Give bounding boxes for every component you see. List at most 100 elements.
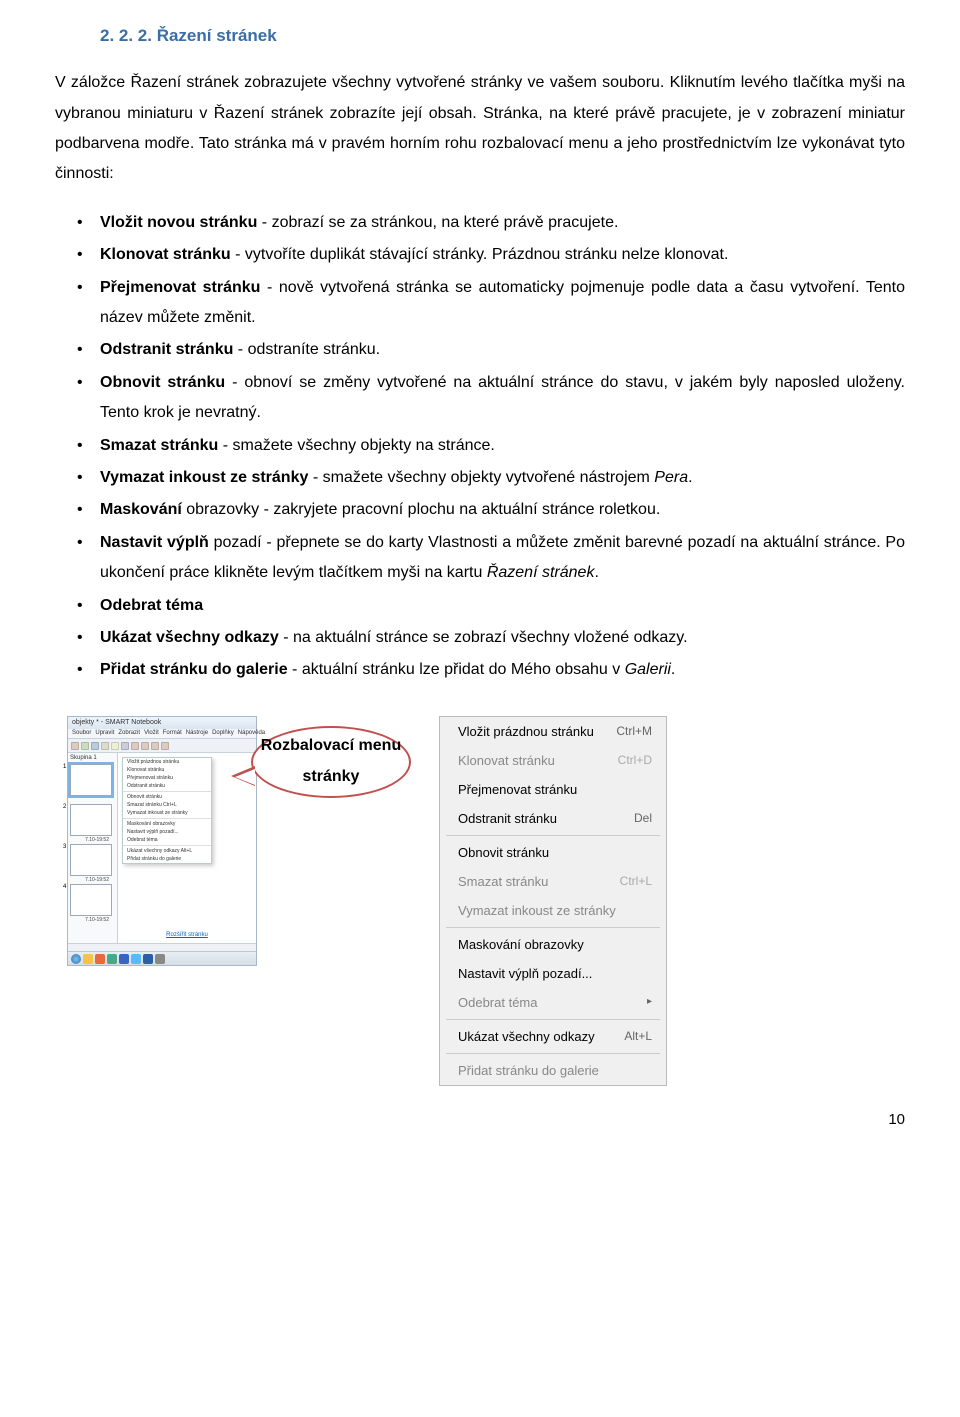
- menu-separator: [446, 1019, 660, 1020]
- menu-item-label: Vložit prázdnou stránku: [458, 725, 594, 738]
- list-item: Odstranit stránku - odstraníte stránku.: [55, 335, 905, 365]
- menu-item-label: Vymazat inkoust ze stránky: [458, 904, 616, 917]
- list-item-italic: Řazení stránek: [487, 564, 595, 581]
- mini-thumb: 37.10-19:52: [70, 844, 112, 876]
- mini-menu-item: Formát: [163, 730, 182, 737]
- list-item: Přejmenovat stránku - nově vytvořená str…: [55, 273, 905, 334]
- mini-ctx-item: Klonovat stránku: [123, 766, 211, 774]
- figure-row: objekty * - SMART Notebook Soubor Upravit…: [55, 716, 905, 1086]
- mini-ctx-item: Odstranit stránku: [123, 782, 211, 790]
- page-number: 10: [55, 1106, 905, 1135]
- callout-text: Rozbalovací menu stránky: [253, 731, 409, 792]
- mini-thumb: 27.10-19:52: [70, 804, 112, 836]
- list-item: Vymazat inkoust ze stránky - smažete vše…: [55, 463, 905, 493]
- mini-taskbar: [68, 951, 256, 965]
- mini-menubar: SouborUpravitZobrazitVložitFormátNástroj…: [68, 729, 256, 739]
- list-item: Obnovit stránku - obnoví se změny vytvoř…: [55, 368, 905, 429]
- feature-list: Vložit novou stránku - zobrazí se za str…: [55, 208, 905, 686]
- menu-separator: [446, 927, 660, 928]
- menu-item-label: Nastavit výplň pozadí...: [458, 967, 592, 980]
- menu-item[interactable]: Odstranit stránku Del: [440, 804, 666, 833]
- menu-item[interactable]: Ukázat všechny odkazy Alt+L: [440, 1022, 666, 1051]
- mini-context-menu: Vložit prázdnou stránkuKlonovat stránkuP…: [122, 757, 212, 864]
- mini-ctx-item: Vymazat inkoust ze stránky: [123, 809, 211, 817]
- mini-toolbar: [68, 739, 256, 753]
- mini-ctx-item: Vložit prázdnou stránku: [123, 758, 211, 766]
- menu-item-shortcut: Ctrl+L: [620, 875, 652, 887]
- list-item: Nastavit výplň pozadí - přepnete se do k…: [55, 528, 905, 589]
- mini-menu-item: Soubor: [72, 730, 91, 737]
- section-heading: 2. 2. 2. Řazení stránek: [100, 20, 905, 52]
- list-item-bold: Nastavit výplň: [100, 534, 209, 551]
- menu-item-shortcut: Ctrl+M: [616, 725, 652, 737]
- menu-item[interactable]: Maskování obrazovky: [440, 930, 666, 959]
- list-item: Smazat stránku - smažete všechny objekty…: [55, 431, 905, 461]
- mini-thumb: 47.10-19:52: [70, 884, 112, 916]
- menu-item[interactable]: Nastavit výplň pozadí...: [440, 959, 666, 988]
- list-item-bold: Klonovat stránku: [100, 246, 231, 263]
- mini-ctx-item: Obnovit stránku: [123, 793, 211, 801]
- menu-item-label: Přejmenovat stránku: [458, 783, 577, 796]
- list-item-bold: Odstranit stránku: [100, 341, 233, 358]
- list-item: Klonovat stránku - vytvoříte duplikát st…: [55, 240, 905, 270]
- mini-ctx-item: Nastavit výplň pozadí...: [123, 828, 211, 836]
- menu-item: Klonovat stránku Ctrl+D: [440, 746, 666, 775]
- menu-separator: [446, 835, 660, 836]
- mini-menu-item: Upravit: [95, 730, 114, 737]
- mini-window-title: objekty * - SMART Notebook: [68, 717, 256, 729]
- list-item-bold: Ukázat všechny odkazy: [100, 629, 279, 646]
- list-item-bold: Obnovit stránku: [100, 374, 225, 391]
- mini-ctx-item: Odebrat téma: [123, 836, 211, 844]
- mini-ctx-item: Přidat stránku do galerie: [123, 855, 211, 863]
- menu-item-label: Obnovit stránku: [458, 846, 549, 859]
- menu-item-shortcut: Ctrl+D: [618, 754, 652, 766]
- menu-item[interactable]: Vložit prázdnou stránku Ctrl+M: [440, 717, 666, 746]
- mini-thumb: 1: [70, 764, 112, 796]
- mini-menu-item: Vložit: [144, 730, 159, 737]
- list-item: Odebrat téma: [55, 591, 905, 621]
- list-item-italic: Galerii: [625, 661, 671, 678]
- list-item-italic: Pera: [654, 469, 688, 486]
- callout-bubble: Rozbalovací menu stránky: [251, 726, 411, 798]
- intro-paragraph: V záložce Řazení stránek zobrazujete vše…: [55, 68, 905, 190]
- mini-ctx-item: Maskování obrazovky: [123, 820, 211, 828]
- mini-menu-item: Doplňky: [212, 730, 234, 737]
- list-item-bold: Smazat stránku: [100, 437, 218, 454]
- list-item-bold: Odebrat téma: [100, 597, 203, 614]
- start-orb-icon: [71, 954, 81, 964]
- menu-item[interactable]: Přejmenovat stránku: [440, 775, 666, 804]
- list-item: Přidat stránku do galerie - aktuální str…: [55, 655, 905, 685]
- mini-menu-item: Zobrazit: [118, 730, 140, 737]
- list-item-bold: Vymazat inkoust ze stránky: [100, 469, 308, 486]
- mini-group-label: Skupina 1: [70, 755, 115, 762]
- menu-separator: [446, 1053, 660, 1054]
- menu-item-shortcut: Del: [634, 812, 652, 824]
- menu-item-label: Odebrat téma: [458, 996, 538, 1009]
- list-item: Vložit novou stránku - zobrazí se za str…: [55, 208, 905, 238]
- mini-ctx-item: Ukázat všechny odkazy Alt+L: [123, 847, 211, 855]
- menu-item-label: Klonovat stránku: [458, 754, 555, 767]
- list-item-bold: Přejmenovat stránku: [100, 279, 260, 296]
- menu-item-label: Ukázat všechny odkazy: [458, 1030, 595, 1043]
- list-item-bold: Přidat stránku do galerie: [100, 661, 288, 678]
- menu-item: Smazat stránku Ctrl+L: [440, 867, 666, 896]
- context-menu[interactable]: Vložit prázdnou stránku Ctrl+M Klonovat st…: [439, 716, 667, 1086]
- menu-item-shortcut: Alt+L: [624, 1030, 652, 1042]
- menu-item: Odebrat téma ▸: [440, 988, 666, 1017]
- menu-item-label: Přidat stránku do galerie: [458, 1064, 599, 1077]
- menu-item-label: Smazat stránku: [458, 875, 548, 888]
- menu-item-label: Odstranit stránku: [458, 812, 557, 825]
- list-item: Ukázat všechny odkazy - na aktuální strá…: [55, 623, 905, 653]
- menu-item: Vymazat inkoust ze stránky: [440, 896, 666, 925]
- mini-extend-link: Rozšířit stránku: [118, 930, 256, 941]
- menu-item[interactable]: Obnovit stránku: [440, 838, 666, 867]
- menu-item: Přidat stránku do galerie: [440, 1056, 666, 1085]
- list-item-bold: Maskování: [100, 501, 182, 518]
- menu-item-label: Maskování obrazovky: [458, 938, 584, 951]
- mini-statusbar: [68, 943, 256, 951]
- mini-sidebar: Skupina 1 1 27.10-19:52 37.10-19:52 47.1…: [68, 753, 118, 943]
- mini-window: objekty * - SMART Notebook Soubor Upravit…: [67, 716, 257, 967]
- submenu-arrow-icon: ▸: [647, 997, 652, 1007]
- mini-ctx-item: Přejmenovat stránku: [123, 774, 211, 782]
- mini-ctx-item: Smazat stránku Ctrl+L: [123, 801, 211, 809]
